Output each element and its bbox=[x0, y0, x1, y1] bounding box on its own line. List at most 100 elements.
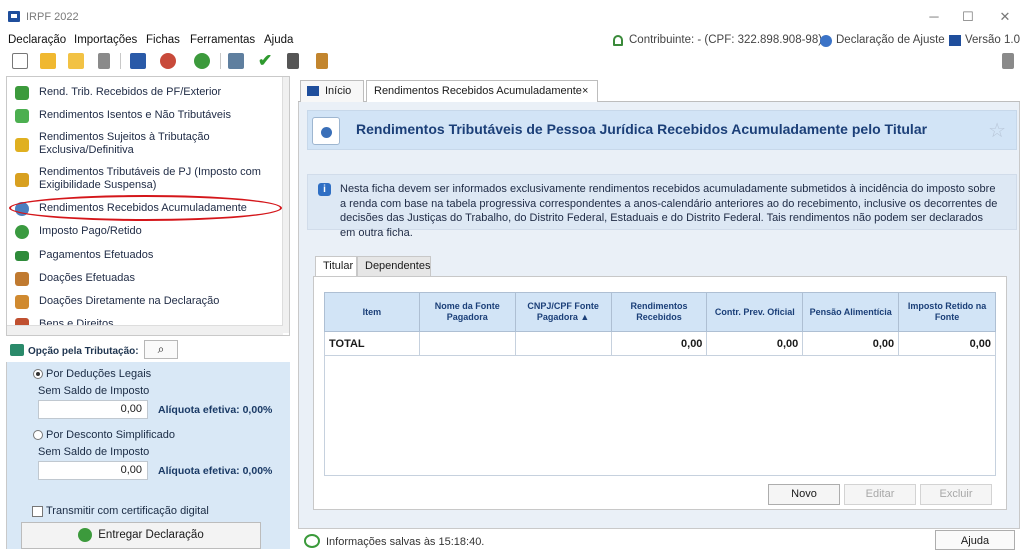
deducoes-aliquota: Alíquota efetiva: 0,00% bbox=[158, 404, 273, 416]
page-header: Rendimentos Tributáveis de Pessoa Jurídi… bbox=[307, 110, 1017, 150]
card-icon bbox=[15, 251, 29, 261]
total-cnpj bbox=[514, 331, 612, 356]
transmitir-checkbox[interactable] bbox=[32, 506, 43, 517]
editar-button[interactable]: Editar bbox=[844, 484, 916, 505]
simplificado-label: Por Desconto Simplificado bbox=[46, 429, 176, 441]
document-tabs: Início Rendimentos Recebidos Acumuladame… bbox=[298, 80, 1020, 102]
excluir-button[interactable]: Excluir bbox=[920, 484, 992, 505]
total-rendimentos: 0,00 bbox=[610, 331, 708, 356]
table-empty-body bbox=[324, 356, 996, 476]
globe-icon[interactable] bbox=[194, 53, 210, 69]
entregar-declaracao-button[interactable]: Entregar Declaração bbox=[21, 522, 261, 549]
info-icon: i bbox=[318, 183, 331, 196]
saved-check-icon bbox=[304, 534, 320, 548]
sort-ascending-icon: ▲ bbox=[580, 312, 590, 322]
minimize-button[interactable]: ─ bbox=[924, 8, 944, 26]
tributacao-panel: Por Deduções Legais Sem Saldo de Imposto… bbox=[6, 362, 290, 549]
transmitir-label: Transmitir com certificação digital bbox=[46, 505, 209, 517]
column-header-rendimentos[interactable]: Rendimentos Recebidos bbox=[610, 292, 708, 332]
help-button[interactable]: Ajuda bbox=[935, 530, 1015, 550]
search-icon: ⌕ bbox=[157, 342, 165, 356]
tributacao-title: Opção pela Tributação: bbox=[28, 346, 139, 357]
novo-button[interactable]: Novo bbox=[768, 484, 840, 505]
nav-item-exigibilidade-suspensa[interactable]: Rendimentos Tributáveis de PJ (Imposto c… bbox=[11, 166, 273, 194]
contribuinte-status: Contribuinte: - (CPF: 322.898.908-98) bbox=[629, 34, 823, 46]
accumulated-icon bbox=[312, 117, 340, 145]
total-imposto-retido: 0,00 bbox=[898, 331, 996, 356]
new-file-icon[interactable] bbox=[12, 53, 28, 69]
title-bar: IRPF 2022 ─ ☐ ✕ bbox=[0, 0, 1024, 32]
refresh-icon[interactable] bbox=[160, 53, 176, 69]
gift-icon bbox=[15, 272, 29, 286]
deducoes-sublabel: Sem Saldo de Imposto bbox=[38, 385, 150, 397]
check-leaf-icon bbox=[15, 109, 29, 123]
column-header-cnpj[interactable]: CNPJ/CPF Fonte Pagadora ▲ bbox=[514, 292, 612, 332]
info-box: i Nesta ficha devem ser informados exclu… bbox=[307, 174, 1017, 239]
favorite-star-icon[interactable]: ☆ bbox=[988, 118, 1006, 143]
window-title: IRPF 2022 bbox=[26, 11, 79, 23]
tab-titular[interactable]: Titular bbox=[315, 256, 357, 277]
deducoes-label: Por Deduções Legais bbox=[46, 368, 152, 380]
book-icon[interactable] bbox=[316, 53, 328, 69]
simplificado-value: 0,00 bbox=[38, 461, 148, 480]
column-header-contr-prev[interactable]: Contr. Prev. Oficial bbox=[706, 292, 804, 332]
page-title: Rendimentos Tributáveis de Pessoa Jurídi… bbox=[356, 121, 928, 137]
open-folder-icon[interactable] bbox=[40, 53, 56, 69]
declaration-type: Declaração de Ajuste bbox=[836, 34, 945, 46]
rendimentos-grid-frame: Item Nome da Fonte Pagadora CNPJ/CPF Fon… bbox=[313, 276, 1007, 510]
tab-inicio[interactable]: Início bbox=[300, 80, 364, 102]
status-bar: Informações salvas às 15:18:40. Ajuda bbox=[298, 529, 1020, 550]
menu-importacoes[interactable]: Importações bbox=[74, 34, 137, 46]
saved-message: Informações salvas às 15:18:40. bbox=[326, 536, 485, 548]
info-text: Nesta ficha devem ser informados exclusi… bbox=[340, 183, 998, 239]
menu-bar: Declaração Importações Fichas Ferramenta… bbox=[0, 32, 1024, 50]
warning-icon bbox=[15, 138, 29, 152]
column-header-nome-fonte[interactable]: Nome da Fonte Pagadora bbox=[418, 292, 516, 332]
toolbar: ✔ bbox=[0, 50, 1024, 72]
calculator-icon[interactable] bbox=[287, 53, 299, 69]
total-nome-fonte bbox=[418, 331, 516, 356]
nav-item-tributacao-exclusiva[interactable]: Rendimentos Sujeitos à Tributação Exclus… bbox=[11, 131, 273, 159]
table-header-row: Item Nome da Fonte Pagadora CNPJ/CPF Fon… bbox=[324, 292, 996, 332]
app-logo-icon bbox=[8, 11, 20, 22]
deducoes-value: 0,00 bbox=[38, 400, 148, 419]
total-label: TOTAL bbox=[324, 331, 420, 356]
scale-icon bbox=[15, 173, 29, 187]
menu-ajuda[interactable]: Ajuda bbox=[264, 34, 293, 46]
exit-icon[interactable] bbox=[1002, 53, 1014, 69]
check-icon[interactable]: ✔ bbox=[258, 52, 274, 69]
menu-ferramentas[interactable]: Ferramentas bbox=[190, 34, 255, 46]
trash-icon[interactable] bbox=[98, 53, 110, 69]
close-button[interactable]: ✕ bbox=[995, 8, 1015, 26]
total-row: TOTAL 0,00 0,00 0,00 0,00 bbox=[324, 331, 996, 356]
search-button[interactable]: ⌕ bbox=[144, 340, 178, 359]
deducoes-radio[interactable] bbox=[33, 369, 43, 379]
nav-horizontal-scrollbar[interactable] bbox=[7, 325, 283, 335]
column-header-imposto-retido[interactable]: Imposto Retido na Fonte bbox=[898, 292, 996, 332]
tab-dependentes[interactable]: Dependentes bbox=[357, 256, 431, 277]
tributacao-header: Opção pela Tributação: ⌕ bbox=[6, 338, 290, 362]
receita-icon[interactable] bbox=[130, 53, 146, 69]
declaration-type-icon bbox=[820, 35, 832, 47]
main-content: Rendimentos Tributáveis de Pessoa Jurídi… bbox=[298, 102, 1020, 529]
globe-icon bbox=[78, 527, 93, 542]
simplificado-sublabel: Sem Saldo de Imposto bbox=[38, 446, 150, 458]
menu-fichas[interactable]: Fichas bbox=[146, 34, 180, 46]
home-icon bbox=[307, 86, 319, 96]
menu-declaracao[interactable]: Declaração bbox=[8, 34, 66, 46]
column-header-item[interactable]: Item bbox=[324, 292, 420, 332]
simplificado-aliquota: Alíquota efetiva: 0,00% bbox=[158, 465, 273, 477]
leaf-icon bbox=[15, 86, 29, 100]
print-icon[interactable] bbox=[228, 53, 244, 69]
column-header-pensao[interactable]: Pensão Alimentícia bbox=[802, 292, 900, 332]
close-tab-icon[interactable]: × bbox=[582, 81, 588, 101]
simplificado-radio[interactable] bbox=[33, 430, 43, 440]
nav-vertical-scrollbar[interactable] bbox=[282, 77, 289, 333]
version-icon bbox=[949, 35, 961, 46]
maximize-button[interactable]: ☐ bbox=[958, 8, 978, 26]
total-pensao: 0,00 bbox=[802, 331, 900, 356]
tab-rendimentos-acumulados[interactable]: Rendimentos Recebidos Acumuladamente × bbox=[366, 80, 598, 102]
fichas-navigation: Rend. Trib. Recebidos de PF/Exterior Ren… bbox=[6, 76, 290, 336]
folder-icon[interactable] bbox=[68, 53, 84, 69]
tributacao-icon bbox=[10, 344, 24, 356]
